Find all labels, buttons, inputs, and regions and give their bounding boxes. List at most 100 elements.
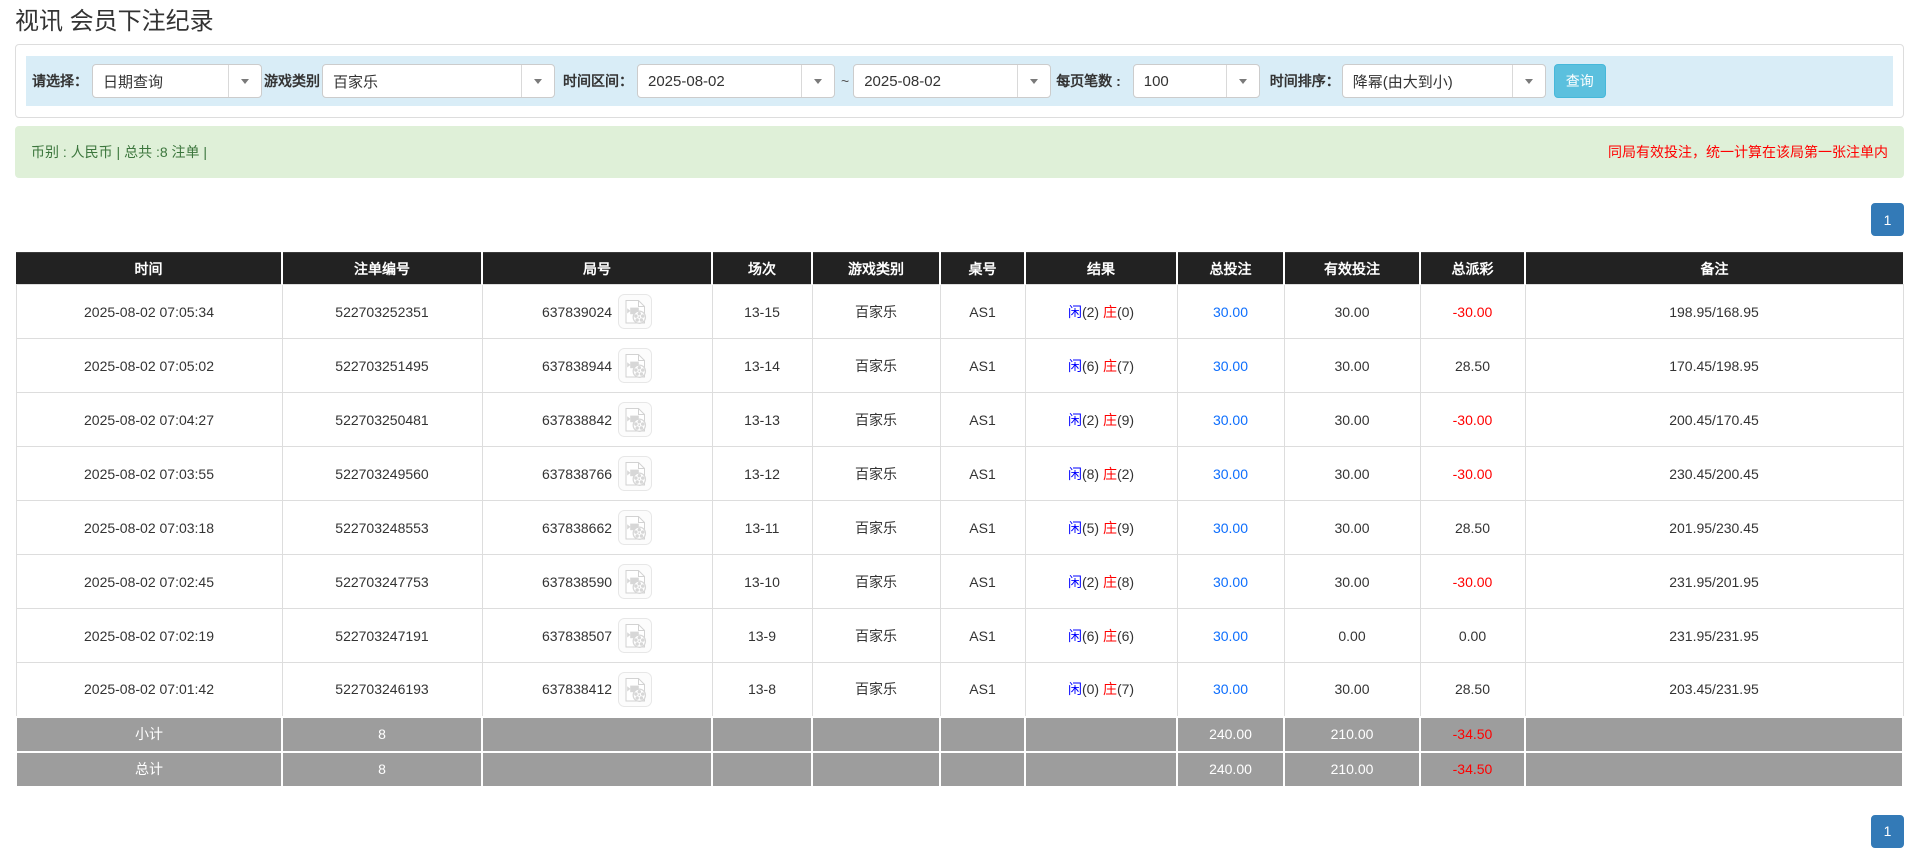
cell-round-no: 637838944 — [481, 338, 713, 393]
total-bet-link[interactable]: 30.00 — [1213, 304, 1248, 320]
total-cell-10: -34.50 — [1419, 750, 1526, 788]
cell-payout: 0.00 — [1419, 608, 1526, 663]
cell-table-no: AS1 — [939, 446, 1026, 501]
game-type-value: 百家乐 — [333, 73, 379, 91]
select-type-dropdown[interactable]: 日期查询 — [92, 64, 262, 98]
chevron-down-icon[interactable] — [521, 65, 554, 97]
cell-remark: 231.95/231.95 — [1524, 608, 1904, 663]
table-row: 2025-08-02 07:01:42 522703246193 637838412… — [15, 662, 1904, 717]
subtotal-cell-10: -34.50 — [1419, 715, 1526, 753]
banker-score: (2) — [1116, 465, 1135, 482]
cell-remark: 203.45/231.95 — [1524, 662, 1904, 717]
cell-valid-bet: 30.00 — [1283, 284, 1421, 339]
cell-total-bet: 30.00 — [1176, 608, 1285, 663]
cell-result: 闲(6) 庄(7) — [1024, 338, 1178, 393]
cell-result: 闲(2) 庄(9) — [1024, 392, 1178, 447]
round-no-text: 637838662 — [541, 519, 613, 536]
total-bet-link[interactable]: 30.00 — [1213, 628, 1248, 644]
table-row: 2025-08-02 07:03:55 522703249560 637838766… — [15, 446, 1904, 501]
total-cell-2: 8 — [281, 750, 483, 788]
cell-round-no: 637838590 — [481, 554, 713, 609]
page-size-value: 100 — [1143, 72, 1169, 90]
game-type-dropdown[interactable]: 百家乐 — [322, 64, 555, 98]
round-no-text: 637838944 — [541, 357, 613, 374]
cell-game: 百家乐 — [811, 284, 941, 339]
cell-bet-no: 522703248553 — [281, 500, 483, 555]
chevron-down-icon[interactable] — [1511, 65, 1545, 97]
total-bet-link[interactable]: 30.00 — [1213, 520, 1248, 536]
total-bet-link[interactable]: 30.00 — [1213, 358, 1248, 374]
video-button[interactable] — [618, 564, 653, 599]
cell-round-no: 637838842 — [481, 392, 713, 447]
cell-result: 闲(5) 庄(9) — [1024, 500, 1178, 555]
date-from-picker[interactable]: 2025-08-02 — [637, 64, 835, 98]
cell-game: 百家乐 — [811, 338, 941, 393]
round-no-text: 637838590 — [541, 573, 613, 590]
pagination-top: 1 — [15, 203, 1904, 236]
total-bet-link[interactable]: 30.00 — [1213, 412, 1248, 428]
total-bet-link[interactable]: 30.00 — [1213, 681, 1248, 697]
video-button[interactable] — [618, 348, 653, 383]
video-button[interactable] — [618, 510, 653, 545]
video-button[interactable] — [618, 671, 653, 707]
chevron-down-icon[interactable] — [1017, 65, 1050, 97]
player-label: 闲 — [1067, 681, 1082, 698]
cell-total-bet: 30.00 — [1176, 554, 1285, 609]
banker-score: (6) — [1116, 627, 1135, 644]
banker-label: 庄 — [1102, 411, 1117, 428]
chevron-down-icon[interactable] — [228, 65, 261, 97]
page-button-1-bottom[interactable]: 1 — [1871, 814, 1904, 848]
banker-score: (9) — [1116, 519, 1135, 536]
cell-payout: -30.00 — [1419, 554, 1526, 609]
video-button[interactable] — [618, 456, 653, 491]
column-header-4: 场次 — [711, 252, 812, 285]
cell-game: 百家乐 — [811, 662, 941, 717]
total-cell-7 — [1024, 750, 1178, 788]
cell-valid-bet: 30.00 — [1283, 392, 1421, 447]
video-button[interactable] — [618, 618, 653, 653]
cell-session: 13-10 — [711, 554, 813, 609]
total-cell-11 — [1524, 750, 1904, 788]
cell-payout: -30.00 — [1419, 446, 1526, 501]
time-sort-dropdown[interactable]: 降幂(由大到小) — [1341, 64, 1546, 98]
cell-table-no: AS1 — [939, 392, 1026, 447]
total-bet-link[interactable]: 30.00 — [1213, 466, 1248, 482]
page-title: 视讯 会员下注纪录 — [15, 8, 214, 35]
video-button[interactable] — [618, 294, 653, 329]
cell-result: 闲(2) 庄(0) — [1024, 284, 1178, 339]
page-size-label: 每页笔数 : — [1056, 73, 1121, 89]
banker-label: 庄 — [1102, 465, 1117, 482]
cell-total-bet: 30.00 — [1176, 500, 1285, 555]
cell-remark: 170.45/198.95 — [1524, 338, 1904, 393]
chevron-down-icon[interactable] — [801, 65, 834, 97]
time-sort-label: 时间排序： — [1269, 73, 1340, 89]
subtotal-cell-1: 小计 — [15, 715, 283, 753]
player-label: 闲 — [1067, 519, 1082, 536]
page: 视讯 会员下注纪录 请选择： 日期查询 游戏类别 百家乐 时间区间： 2025-… — [0, 6, 1919, 848]
filter-bar: 请选择： 日期查询 游戏类别 百家乐 时间区间： 2025-08-02 ~ 20… — [26, 56, 1893, 106]
cell-session: 13-9 — [711, 608, 813, 663]
player-label: 闲 — [1067, 465, 1082, 482]
cell-session: 13-14 — [711, 338, 813, 393]
video-button[interactable] — [618, 402, 653, 437]
column-header-2: 注单编号 — [281, 252, 482, 285]
cell-time: 2025-08-02 07:03:55 — [15, 446, 283, 501]
date-to-picker[interactable]: 2025-08-02 — [853, 64, 1052, 98]
cell-payout: 28.50 — [1419, 338, 1526, 393]
chevron-down-icon[interactable] — [1225, 65, 1259, 97]
column-header-9: 有效投注 — [1283, 252, 1420, 285]
total-bet-link[interactable]: 30.00 — [1213, 574, 1248, 590]
column-header-7: 结果 — [1024, 252, 1177, 285]
player-label: 闲 — [1067, 411, 1082, 428]
cell-session: 13-13 — [711, 392, 813, 447]
column-header-8: 总投注 — [1176, 252, 1284, 285]
page-size-dropdown[interactable]: 100 — [1132, 64, 1260, 98]
cell-bet-no: 522703252351 — [281, 284, 483, 339]
cell-valid-bet: 0.00 — [1283, 608, 1421, 663]
cell-remark: 230.45/200.45 — [1524, 446, 1904, 501]
subtotal-cell-2: 8 — [281, 715, 483, 753]
banker-label: 庄 — [1102, 627, 1117, 644]
cell-time: 2025-08-02 07:02:45 — [15, 554, 283, 609]
page-button-1[interactable]: 1 — [1871, 203, 1904, 236]
search-button[interactable]: 查询 — [1553, 64, 1606, 98]
